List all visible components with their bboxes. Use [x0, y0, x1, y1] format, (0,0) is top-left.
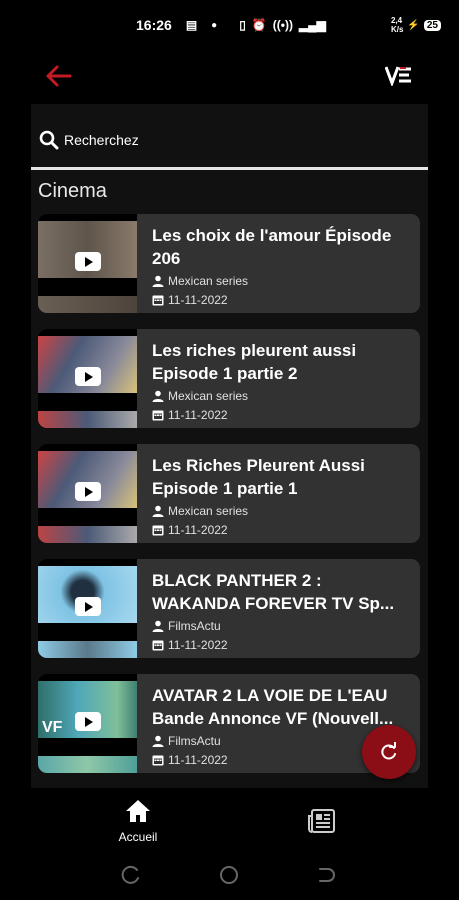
net-speed-unit: K/s: [390, 25, 404, 34]
video-thumbnail: [38, 444, 137, 543]
channel-name: Mexican series: [168, 273, 249, 288]
status-time: 16:26: [136, 17, 172, 33]
person-icon: [152, 735, 164, 747]
thumbnail-image-strip: [38, 526, 137, 543]
date-value: 11-11-2022: [168, 407, 228, 422]
newspaper-icon[interactable]: [308, 808, 336, 834]
refresh-button[interactable]: [362, 725, 416, 779]
status-right: 2,4 K/s ⚡ 25: [391, 16, 441, 34]
dot-icon: ●: [211, 19, 218, 31]
app-logo: [385, 66, 411, 86]
video-title-line1: AVATAR 2 LA VOIE DE L'EAU: [152, 686, 388, 705]
video-title-line2: Bande Annonce VF (Nouvell...: [152, 709, 394, 728]
video-title-line1: BLACK PANTHER 2 :: [152, 571, 322, 590]
channel-name: Mexican series: [168, 503, 249, 518]
video-date: 11-11-2022: [152, 291, 414, 308]
video-title-line2: 206: [152, 249, 181, 268]
video-title-line1: Les riches pleurent aussi: [152, 341, 357, 360]
video-date: 11-11-2022: [152, 521, 414, 538]
channel-name: FilmsActu: [168, 733, 221, 748]
date-value: 11-11-2022: [168, 752, 228, 767]
charging-icon: ⚡: [407, 19, 420, 31]
bottom-nav: Accueil: [0, 788, 459, 850]
video-card[interactable]: Les choix de l'amour Épisode 206 Mexican…: [38, 214, 420, 313]
video-thumbnail: [38, 329, 137, 428]
video-card[interactable]: Les Riches Pleurent Aussi Episode 1 part…: [38, 444, 420, 543]
calendar-icon: [152, 525, 164, 535]
video-info: Les riches pleurent aussi Episode 1 part…: [152, 339, 414, 423]
video-channel: Mexican series: [152, 387, 414, 404]
video-thumbnail: [38, 559, 137, 658]
play-icon: [75, 367, 101, 386]
video-title-line2: Episode 1 partie 2: [152, 364, 298, 383]
search-placeholder: Recherchez: [64, 131, 139, 148]
system-nav-bar: [0, 852, 459, 900]
status-bar: 16:26 ▤ ● ▯ ⏰ ((•)) ▂▄▆ 2,4 K/s ⚡ 25: [0, 0, 459, 50]
thumbnail-image-strip: [38, 411, 137, 428]
message-icon: ▤: [185, 18, 198, 32]
thumbnail-image-strip: [38, 296, 137, 313]
signal-icon: ▂▄▆: [298, 18, 326, 32]
vf-badge: VF: [42, 719, 63, 736]
arrow-left-icon[interactable]: [42, 62, 74, 90]
person-icon: [152, 505, 164, 517]
date-value: 11-11-2022: [168, 522, 228, 537]
thumbnail-image-strip: [38, 641, 137, 658]
date-value: 11-11-2022: [168, 637, 228, 652]
channel-name: FilmsActu: [168, 618, 221, 633]
app-bar: [0, 50, 459, 104]
hotspot-icon: ((•)): [272, 18, 293, 32]
calendar-icon: [152, 755, 164, 765]
channel-name: Mexican series: [168, 388, 249, 403]
play-icon: [75, 252, 101, 271]
video-info: BLACK PANTHER 2 : WAKANDA FOREVER TV Sp.…: [152, 569, 414, 653]
video-date: 11-11-2022: [152, 406, 414, 423]
video-date: 11-11-2022: [152, 636, 414, 653]
back-icon[interactable]: [316, 864, 338, 886]
nav-home-label: Accueil: [118, 830, 158, 844]
play-icon: [75, 482, 101, 501]
video-list: Les choix de l'amour Épisode 206 Mexican…: [38, 214, 420, 788]
video-title-line1: Les Riches Pleurent Aussi: [152, 456, 365, 475]
video-title-line1: Les choix de l'amour Épisode: [152, 226, 392, 245]
search-icon: [39, 130, 59, 149]
video-info: Les Riches Pleurent Aussi Episode 1 part…: [152, 454, 414, 538]
alarm-icon: ⏰: [251, 18, 267, 32]
video-info: Les choix de l'amour Épisode 206 Mexican…: [152, 224, 414, 308]
video-card[interactable]: BLACK PANTHER 2 : WAKANDA FOREVER TV Sp.…: [38, 559, 420, 658]
video-title-line2: Episode 1 partie 1: [152, 479, 298, 498]
home-icon: [126, 800, 150, 822]
nav-home[interactable]: Accueil: [114, 798, 162, 844]
video-title-line2: WAKANDA FOREVER TV Sp...: [152, 594, 395, 613]
calendar-icon: [152, 640, 164, 650]
refresh-icon: [381, 742, 396, 760]
status-icons: ▯ ⏰ ((•)) ▂▄▆: [239, 18, 326, 32]
video-thumbnail: VF: [38, 674, 137, 773]
play-icon: [75, 597, 101, 616]
video-channel: FilmsActu: [152, 617, 414, 634]
person-icon: [152, 620, 164, 632]
video-channel: Mexican series: [152, 272, 414, 289]
person-icon: [152, 390, 164, 402]
search-bar[interactable]: Recherchez: [31, 104, 428, 170]
home-circle-icon[interactable]: [218, 864, 240, 886]
section-title: Cinema: [38, 180, 107, 202]
person-icon: [152, 275, 164, 287]
video-card[interactable]: Les riches pleurent aussi Episode 1 part…: [38, 329, 420, 428]
net-speed-value: 2,4: [390, 16, 403, 25]
date-value: 11-11-2022: [168, 292, 228, 307]
battery-indicator: 25: [423, 19, 441, 31]
play-icon: [75, 712, 101, 731]
calendar-icon: [152, 410, 164, 420]
video-channel: Mexican series: [152, 502, 414, 519]
thumbnail-image-strip: [38, 756, 137, 773]
content-panel: Recherchez Cinema Les choix de l'amour É…: [31, 104, 428, 788]
recent-apps-icon[interactable]: [120, 864, 142, 886]
vibrate-icon: ▯: [239, 18, 246, 32]
calendar-icon: [152, 295, 164, 305]
video-thumbnail: [38, 214, 137, 313]
net-speed: 2,4 K/s: [391, 16, 403, 34]
